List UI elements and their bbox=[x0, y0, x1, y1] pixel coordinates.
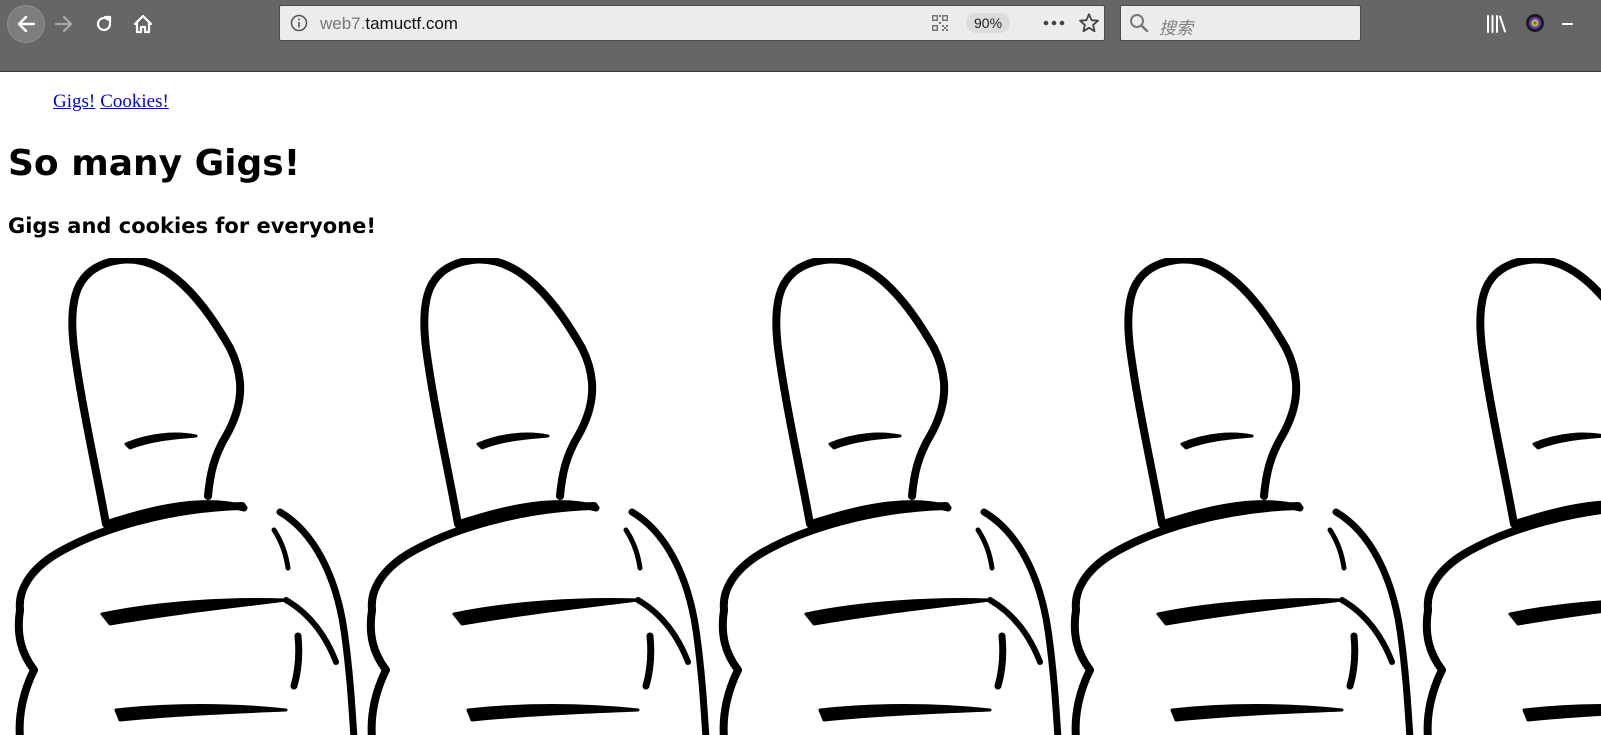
home-icon bbox=[133, 14, 153, 34]
overflow-menu-icon[interactable] bbox=[1560, 12, 1584, 36]
back-arrow-icon bbox=[17, 15, 36, 33]
zoom-level-badge[interactable]: 90% bbox=[966, 13, 1011, 33]
home-button[interactable] bbox=[125, 6, 161, 42]
thumbs-up-icon bbox=[10, 258, 362, 735]
forward-arrow-icon bbox=[54, 15, 73, 33]
thumbs-up-image bbox=[1066, 258, 1418, 735]
thumbs-up-gallery bbox=[0, 258, 1601, 735]
address-text[interactable]: web7.tamuctf.com bbox=[320, 14, 458, 34]
thumbs-up-image bbox=[714, 258, 1066, 735]
extension-icon[interactable] bbox=[1524, 12, 1546, 34]
bookmark-star-icon[interactable] bbox=[1078, 12, 1100, 34]
thumbs-up-icon bbox=[1418, 258, 1601, 735]
reload-button[interactable] bbox=[86, 6, 122, 42]
search-icon bbox=[1130, 14, 1149, 33]
page-content: Gigs! Cookies! So many Gigs! Gigs and coo… bbox=[0, 73, 1601, 735]
gigs-link[interactable]: Gigs! bbox=[53, 91, 95, 112]
thumbs-up-icon bbox=[362, 258, 714, 735]
thumbs-up-image bbox=[362, 258, 714, 735]
library-icon[interactable] bbox=[1484, 12, 1508, 36]
search-placeholder: 搜索 bbox=[1159, 19, 1193, 38]
forward-button[interactable] bbox=[46, 6, 82, 42]
search-bar[interactable]: 搜索 bbox=[1120, 5, 1361, 41]
reload-icon bbox=[96, 15, 112, 32]
more-dots-icon[interactable] bbox=[1042, 12, 1066, 34]
thumbs-up-icon bbox=[1066, 258, 1418, 735]
page-subtitle: Gigs and cookies for everyone! bbox=[8, 214, 376, 238]
address-prefix: web7. bbox=[320, 14, 366, 33]
thumbs-up-image bbox=[10, 258, 362, 735]
address-domain: tamuctf.com bbox=[365, 14, 458, 33]
thumbs-up-image bbox=[1418, 258, 1601, 735]
address-bar[interactable]: web7.tamuctf.com 90% bbox=[279, 5, 1105, 41]
top-navigation: Gigs! Cookies! bbox=[53, 91, 174, 113]
info-icon[interactable] bbox=[290, 14, 308, 32]
thumbs-up-icon bbox=[714, 258, 1066, 735]
cookies-link[interactable]: Cookies! bbox=[100, 91, 169, 112]
back-button[interactable] bbox=[7, 5, 45, 43]
page-title: So many Gigs! bbox=[8, 143, 301, 184]
browser-toolbar: web7.tamuctf.com 90% 搜索 bbox=[0, 0, 1601, 72]
qr-code-icon[interactable] bbox=[931, 14, 949, 32]
